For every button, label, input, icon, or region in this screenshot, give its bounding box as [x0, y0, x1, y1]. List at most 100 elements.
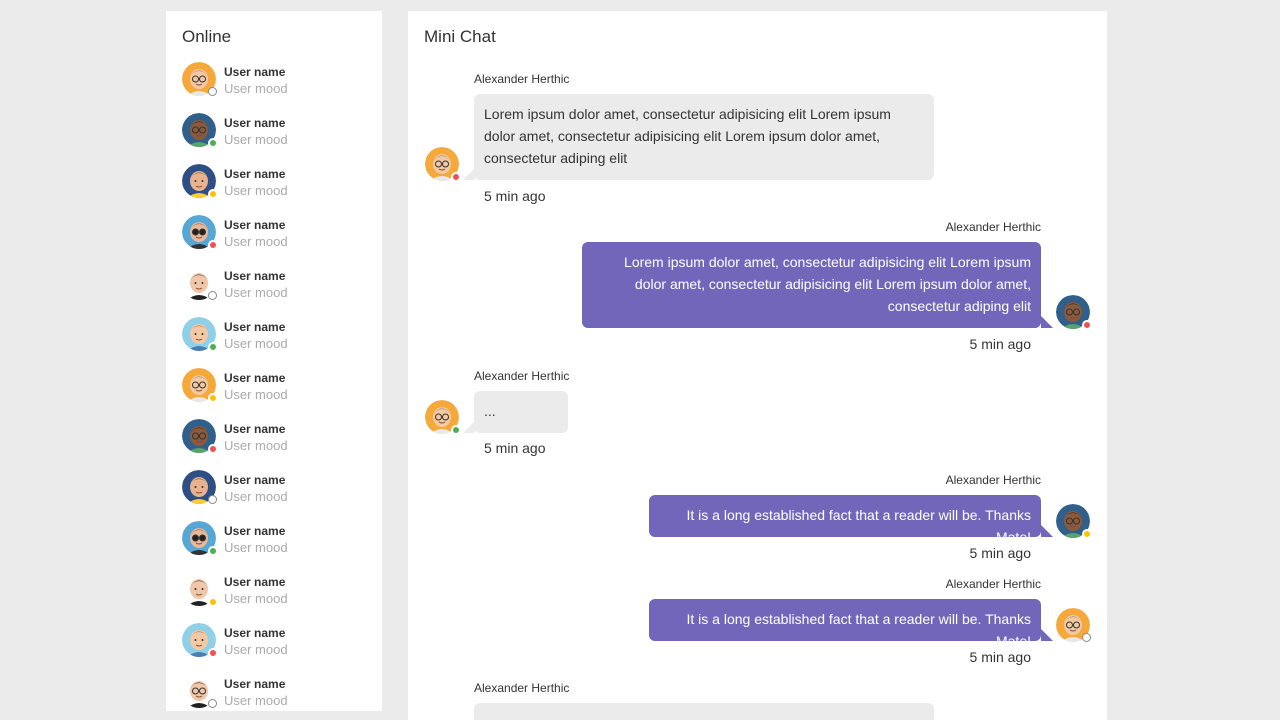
message-bubble: It is a long established fact that a rea… [649, 599, 1041, 649]
user-avatar-wrap [182, 164, 218, 199]
user-name: User name [224, 677, 286, 691]
online-user-item[interactable]: User name User mood [182, 266, 372, 317]
glasses-dark-avatar[interactable] [1056, 295, 1092, 330]
chat-title: Mini Chat [424, 27, 496, 46]
message-bubble: Lorem ipsum dolor amet, consectetur adip… [474, 94, 934, 180]
glasses-bald-avatar[interactable] [1056, 608, 1091, 642]
bubble-tail [463, 421, 475, 433]
user-mood: User mood [224, 540, 288, 555]
user-mood: User mood [224, 285, 288, 300]
user-mood: User mood [224, 642, 288, 657]
status-busy-indicator [208, 444, 218, 454]
message-bubble: It is a long established fact that a rea… [649, 495, 1041, 545]
user-avatar-wrap [182, 266, 217, 300]
message-sender: Alexander Herthic [474, 369, 570, 383]
online-user-item[interactable]: User name User mood [182, 419, 372, 470]
message-time: 5 min ago [969, 336, 1031, 352]
online-user-item[interactable]: User name User mood [182, 62, 372, 113]
user-name: User name [224, 626, 286, 640]
user-avatar-wrap [182, 623, 218, 658]
user-mood: User mood [224, 438, 288, 453]
message-sender: Alexander Herthic [945, 577, 1041, 591]
message-sender: Alexander Herthic [474, 681, 570, 695]
chat-panel: Mini Chat Alexander Herthic Lorem ipsum … [408, 11, 1107, 720]
glasses-bald-avatar[interactable] [425, 400, 461, 435]
status-away-indicator [208, 189, 218, 199]
user-avatar-wrap [182, 419, 218, 454]
status-online-indicator [208, 342, 218, 352]
user-mood: User mood [224, 591, 288, 606]
user-name: User name [224, 371, 286, 385]
user-name: User name [224, 116, 286, 130]
user-avatar-wrap [182, 215, 218, 250]
user-name: User name [224, 422, 286, 436]
glasses-bald-avatar[interactable] [425, 147, 461, 182]
online-user-item[interactable]: User name User mood [182, 215, 372, 266]
online-title: Online [182, 27, 232, 46]
online-user-item[interactable]: User name User mood [182, 470, 372, 521]
message-sender: Alexander Herthic [945, 473, 1041, 487]
status-busy-indicator [208, 648, 218, 658]
bubble-tail [1041, 316, 1053, 328]
bubble-tail [1041, 629, 1053, 641]
message-bubble: ... [474, 391, 568, 433]
status-busy-indicator [451, 172, 461, 182]
user-mood: User mood [224, 336, 288, 351]
status-offline-indicator [208, 87, 217, 96]
user-mood: User mood [224, 489, 288, 504]
user-name: User name [224, 167, 286, 181]
bubble-tail [463, 168, 475, 180]
user-mood: User mood [224, 81, 288, 96]
status-offline-indicator [208, 495, 217, 504]
message-time: 5 min ago [969, 545, 1031, 561]
status-online-indicator [208, 546, 218, 556]
user-mood: User mood [224, 183, 288, 198]
message-bubble [474, 703, 934, 720]
glasses-dark-avatar[interactable] [1056, 504, 1092, 539]
message-time: 5 min ago [484, 440, 546, 456]
user-avatar-wrap [182, 368, 218, 403]
user-mood: User mood [224, 693, 288, 708]
online-user-list: User name User mood User name User mood … [182, 62, 372, 711]
status-online-indicator [208, 138, 218, 148]
message-time: 5 min ago [484, 188, 546, 204]
online-user-item[interactable]: User name User mood [182, 521, 372, 572]
online-user-item[interactable]: User name User mood [182, 572, 372, 623]
status-busy-indicator [1082, 320, 1092, 330]
online-user-item[interactable]: User name User mood [182, 317, 372, 368]
status-offline-indicator [208, 291, 217, 300]
status-away-indicator [1082, 529, 1092, 539]
message-bubble: Lorem ipsum dolor amet, consectetur adip… [582, 242, 1041, 328]
user-avatar-wrap [182, 113, 218, 148]
online-panel: Online User name User mood User name Use… [166, 11, 382, 711]
user-name: User name [224, 218, 286, 232]
user-avatar-wrap [182, 572, 218, 607]
user-mood: User mood [224, 234, 288, 249]
message-sender: Alexander Herthic [474, 72, 570, 86]
user-avatar-wrap [182, 317, 218, 352]
online-user-item[interactable]: User name User mood [182, 674, 372, 711]
status-away-indicator [208, 393, 218, 403]
user-avatar-wrap [182, 521, 218, 556]
user-mood: User mood [224, 387, 288, 402]
user-avatar-wrap [182, 62, 217, 96]
user-avatar-wrap [182, 674, 217, 708]
status-away-indicator [208, 597, 218, 607]
user-mood: User mood [224, 132, 288, 147]
status-offline-indicator [1082, 633, 1091, 642]
message-sender: Alexander Herthic [945, 220, 1041, 234]
online-user-item[interactable]: User name User mood [182, 368, 372, 419]
user-name: User name [224, 269, 286, 283]
user-name: User name [224, 473, 286, 487]
bubble-tail [1041, 525, 1053, 537]
user-avatar-wrap [182, 470, 217, 504]
status-offline-indicator [208, 699, 217, 708]
user-name: User name [224, 320, 286, 334]
online-user-item[interactable]: User name User mood [182, 623, 372, 674]
user-name: User name [224, 575, 286, 589]
online-user-item[interactable]: User name User mood [182, 113, 372, 164]
online-user-item[interactable]: User name User mood [182, 164, 372, 215]
user-name: User name [224, 65, 286, 79]
user-name: User name [224, 524, 286, 538]
status-busy-indicator [208, 240, 218, 250]
